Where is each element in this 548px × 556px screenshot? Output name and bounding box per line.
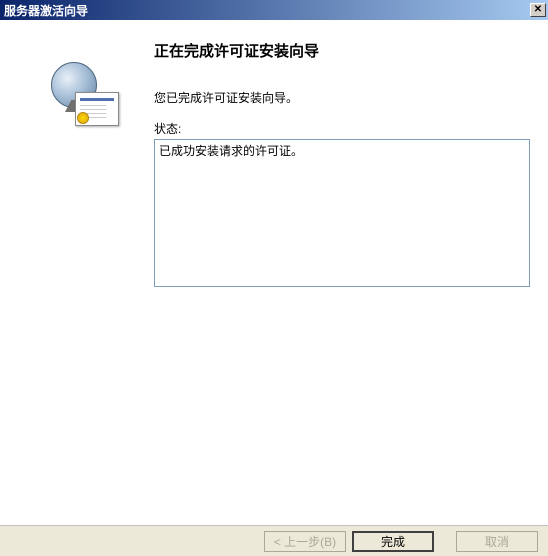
cancel-button: 取消 xyxy=(456,531,538,552)
close-button[interactable]: ✕ xyxy=(530,3,546,17)
status-text: 已成功安装请求的许可证。 xyxy=(159,144,303,158)
titlebar: 服务器激活向导 ✕ xyxy=(0,0,548,20)
wizard-content: 正在完成许可证安装向导 您已完成许可证安装向导。 状态: 已成功安装请求的许可证… xyxy=(154,34,530,515)
status-label: 状态: xyxy=(154,120,530,137)
window-title: 服务器激活向导 xyxy=(4,2,88,19)
button-bar: < 上一步(B) 完成 取消 xyxy=(0,525,548,556)
page-heading: 正在完成许可证安装向导 xyxy=(154,40,530,61)
status-box: 已成功安装请求的许可证。 xyxy=(154,139,530,287)
wizard-sidebar xyxy=(14,34,154,515)
wizard-body: 正在完成许可证安装向导 您已完成许可证安装向导。 状态: 已成功安装请求的许可证… xyxy=(0,20,548,525)
close-icon: ✕ xyxy=(534,5,542,15)
back-button: < 上一步(B) xyxy=(264,531,346,552)
intro-text: 您已完成许可证安装向导。 xyxy=(154,89,530,106)
finish-button[interactable]: 完成 xyxy=(352,531,434,552)
wizard-graphic-icon xyxy=(49,62,119,132)
